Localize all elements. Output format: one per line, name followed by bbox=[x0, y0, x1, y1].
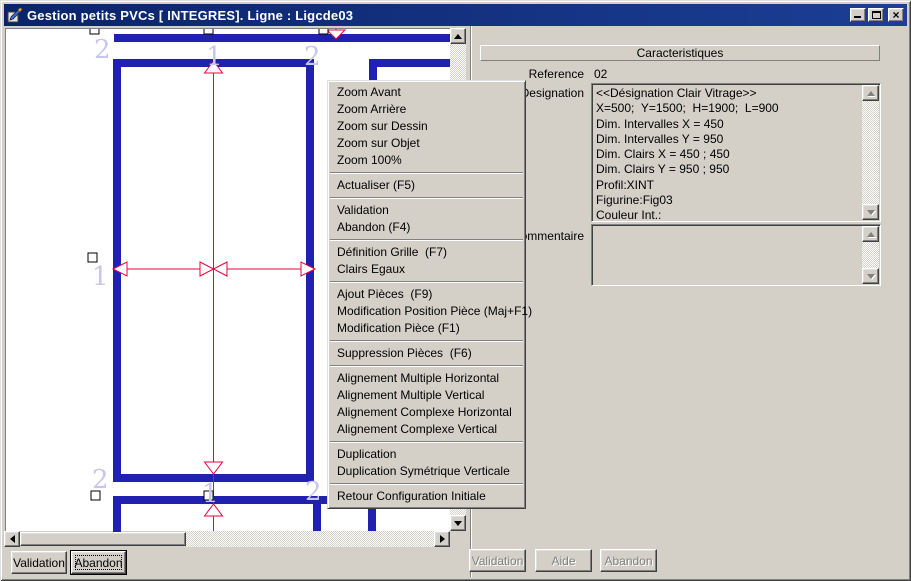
validation-button-disabled[interactable]: Validation bbox=[469, 549, 526, 572]
app-window: Gestion petits PVCs [ INTEGRES]. Ligne :… bbox=[0, 0, 911, 581]
arrow-right-icon bbox=[440, 535, 445, 543]
scroll-down-button[interactable] bbox=[862, 204, 879, 220]
scroll-left-button[interactable] bbox=[4, 531, 20, 547]
menu-item[interactable]: Définition Grille (F7) bbox=[329, 244, 524, 261]
minimize-button[interactable] bbox=[850, 8, 866, 22]
scroll-down-button[interactable] bbox=[450, 515, 466, 531]
title-bar: Gestion petits PVCs [ INTEGRES]. Ligne :… bbox=[4, 4, 907, 26]
close-button[interactable]: × bbox=[888, 8, 904, 22]
abandon-button[interactable]: Abandon bbox=[71, 551, 126, 574]
menu-item[interactable]: Suppression Pièces (F6) bbox=[329, 345, 524, 362]
validation-button[interactable]: Validation bbox=[11, 551, 67, 574]
minimize-icon bbox=[854, 16, 861, 18]
drawing-label: 2 bbox=[94, 35, 111, 65]
maximize-button[interactable] bbox=[868, 8, 884, 22]
menu-item[interactable]: Duplication bbox=[329, 446, 524, 463]
aide-button-disabled[interactable]: Aide bbox=[535, 549, 592, 572]
app-icon bbox=[7, 7, 23, 23]
drawing-label: 2 bbox=[304, 42, 321, 72]
arrow-down-icon bbox=[867, 274, 875, 279]
menu-item[interactable]: Alignement Complexe Vertical bbox=[329, 421, 524, 438]
menu-separator bbox=[330, 172, 523, 174]
designation-text: <<Désignation Clair Vitrage>> X=500; Y=1… bbox=[593, 85, 862, 220]
menu-item[interactable]: Zoom Avant bbox=[329, 84, 524, 101]
menu-item[interactable]: Alignement Multiple Vertical bbox=[329, 387, 524, 404]
maximize-icon bbox=[872, 11, 881, 19]
menu-item[interactable]: Alignement Multiple Horizontal bbox=[329, 370, 524, 387]
horizontal-scrollbar[interactable] bbox=[4, 531, 450, 547]
scroll-up-button[interactable] bbox=[862, 85, 879, 101]
menu-item[interactable]: Retour Configuration Initiale bbox=[329, 488, 524, 505]
designation-field[interactable]: <<Désignation Clair Vitrage>> X=500; Y=1… bbox=[591, 83, 881, 222]
menu-item[interactable]: Duplication Symétrique Verticale bbox=[329, 463, 524, 480]
menu-item[interactable]: Ajout Pièces (F9) bbox=[329, 286, 524, 303]
comment-scrollbar[interactable] bbox=[862, 226, 879, 284]
arrow-left-icon bbox=[10, 535, 15, 543]
menu-item[interactable]: Alignement Complexe Horizontal bbox=[329, 404, 524, 421]
menu-separator bbox=[330, 483, 523, 485]
reference-value: 02 bbox=[594, 67, 607, 81]
arrow-up-icon bbox=[867, 91, 875, 96]
scroll-right-button[interactable] bbox=[434, 531, 450, 547]
drawing-label: 2 bbox=[92, 465, 109, 495]
comment-text bbox=[593, 226, 862, 284]
arrow-up-icon bbox=[454, 34, 462, 39]
menu-item[interactable]: Actualiser (F5) bbox=[329, 177, 524, 194]
menu-item[interactable]: Clairs Egaux bbox=[329, 261, 524, 278]
scroll-down-button[interactable] bbox=[862, 268, 879, 284]
menu-separator bbox=[330, 340, 523, 342]
menu-separator bbox=[330, 365, 523, 367]
close-icon: × bbox=[892, 10, 899, 20]
scroll-up-button[interactable] bbox=[862, 226, 879, 242]
scroll-track[interactable] bbox=[862, 101, 879, 204]
menu-separator bbox=[330, 441, 523, 443]
drawing-label: 2 bbox=[305, 477, 322, 507]
menu-separator bbox=[330, 197, 523, 199]
menu-item[interactable]: Abandon (F4) bbox=[329, 219, 524, 236]
horizontal-scroll-thumb[interactable] bbox=[20, 532, 186, 546]
drawing-label: 1 bbox=[92, 262, 109, 292]
menu-item[interactable]: Validation bbox=[329, 202, 524, 219]
designation-scrollbar[interactable] bbox=[862, 85, 879, 220]
abandon-button-disabled[interactable]: Abandon bbox=[600, 549, 657, 572]
menu-item[interactable]: Zoom sur Dessin bbox=[329, 118, 524, 135]
menu-item[interactable]: Modification Pièce (F1) bbox=[329, 320, 524, 337]
scroll-up-button[interactable] bbox=[450, 28, 466, 44]
drawing-label: 1 bbox=[206, 42, 223, 72]
menu-separator bbox=[330, 239, 523, 241]
horizontal-scroll-track[interactable] bbox=[186, 531, 434, 547]
dimension-lines bbox=[113, 29, 336, 531]
menu-item[interactable]: Zoom Arrière bbox=[329, 101, 524, 118]
menu-item[interactable]: Modification Position Pièce (Maj+F1) bbox=[329, 303, 524, 320]
characteristics-header: Caracteristiques bbox=[480, 45, 880, 61]
menu-item[interactable]: Zoom sur Objet bbox=[329, 135, 524, 152]
arrow-down-icon bbox=[867, 210, 875, 215]
client-area: 2121212 Caracteristiques Reference 02 De… bbox=[4, 26, 907, 577]
menu-separator bbox=[330, 281, 523, 283]
arrow-down-icon bbox=[454, 521, 462, 526]
arrow-up-icon bbox=[867, 232, 875, 237]
comment-field[interactable] bbox=[591, 224, 881, 286]
window-title: Gestion petits PVCs [ INTEGRES]. Ligne :… bbox=[27, 8, 848, 23]
context-menu: Zoom AvantZoom ArrièreZoom sur DessinZoo… bbox=[327, 80, 526, 509]
reference-label: Reference bbox=[494, 67, 584, 81]
drawing-label: 1 bbox=[202, 479, 219, 509]
scroll-track[interactable] bbox=[862, 242, 879, 268]
menu-item[interactable]: Zoom 100% bbox=[329, 152, 524, 169]
